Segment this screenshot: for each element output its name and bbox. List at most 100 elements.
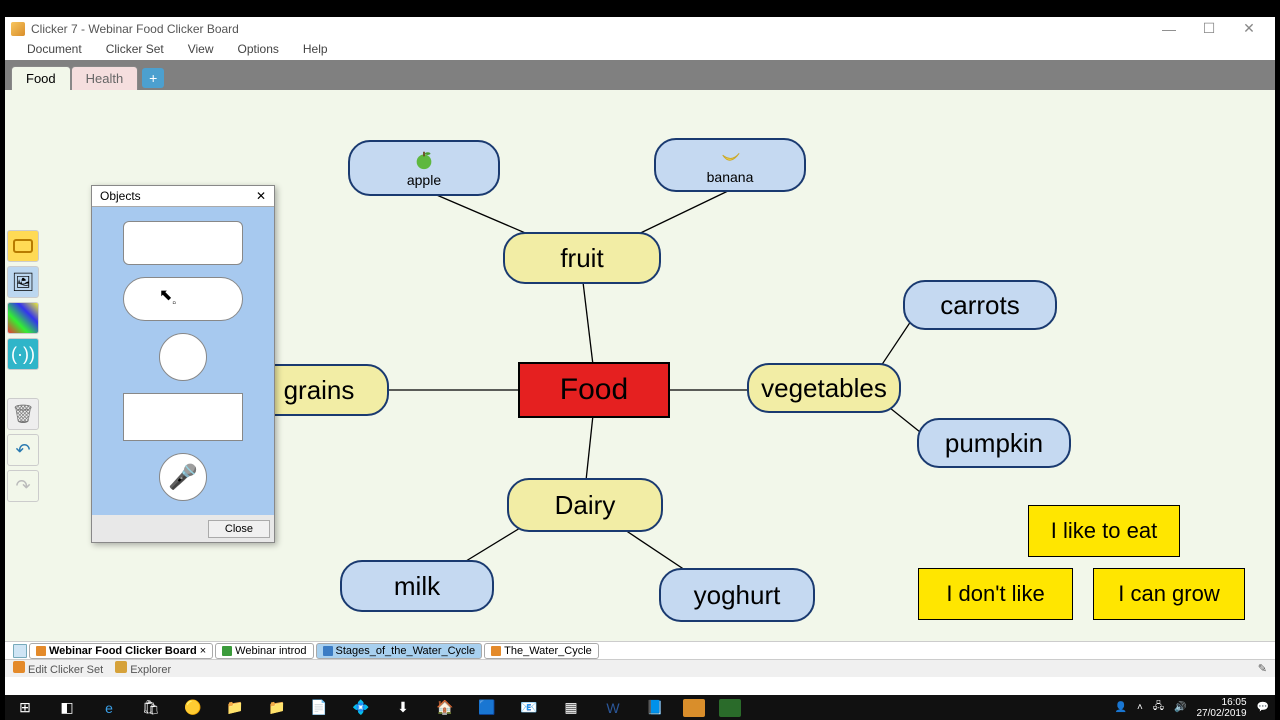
cell-label: I don't like (946, 581, 1044, 607)
minimize-button[interactable]: — (1149, 21, 1189, 37)
object-rounded-rect[interactable] (123, 221, 243, 265)
node-apple[interactable]: apple (348, 140, 500, 196)
word-icon[interactable]: W (599, 697, 627, 719)
object-circle[interactable] (159, 333, 207, 381)
node-pumpkin[interactable]: pumpkin (917, 418, 1071, 468)
window-title: Clicker 7 - Webinar Food Clicker Board (31, 22, 1149, 36)
menu-document[interactable]: Document (15, 40, 94, 60)
close-icon[interactable]: × (200, 645, 206, 657)
store-icon[interactable]: 🛍 (137, 697, 165, 719)
menu-options[interactable]: Options (226, 40, 291, 60)
clock-time: 16:05 (1196, 697, 1246, 708)
objects-panel-close-icon[interactable]: ✕ (256, 189, 266, 203)
tab-add-button[interactable]: + (142, 68, 164, 88)
objects-panel-title: Objects (100, 189, 141, 203)
cell-i-like-to-eat[interactable]: I like to eat (1028, 505, 1180, 557)
doc-tab-label: The_Water_Cycle (504, 645, 592, 657)
tray-notifications-icon[interactable]: 💬 (1257, 702, 1269, 713)
app-icon-6[interactable]: 📘 (641, 697, 669, 719)
app-icon-5[interactable]: ▦ (557, 697, 585, 719)
tool-undo-button[interactable]: ↶ (7, 434, 39, 466)
redo-icon: ↷ (15, 476, 30, 497)
node-label: vegetables (761, 373, 887, 404)
home-icon[interactable]: 🏠 (431, 697, 459, 719)
file-explorer-icon-2[interactable]: 📁 (263, 697, 291, 719)
chrome-icon[interactable]: 🟡 (179, 697, 207, 719)
app-icon-3[interactable]: ⬇ (389, 697, 417, 719)
tab-health[interactable]: Health (71, 66, 139, 90)
node-label: Food (560, 373, 628, 407)
node-fruit[interactable]: fruit (503, 232, 661, 284)
node-food[interactable]: Food (518, 362, 670, 418)
edit-icon (13, 661, 25, 673)
new-doc-icon[interactable] (13, 644, 27, 658)
close-window-button[interactable]: ✕ (1229, 20, 1269, 37)
object-pill[interactable] (123, 277, 243, 321)
maximize-button[interactable]: ☐ (1189, 20, 1229, 37)
doc-tab-webinar-intro[interactable]: Webinar introd (215, 643, 313, 659)
cell-i-can-grow[interactable]: I can grow (1093, 568, 1245, 620)
doc-tab-water-stages[interactable]: Stages_of_the_Water_Cycle (316, 643, 483, 659)
tool-shape-button[interactable] (7, 230, 39, 262)
tool-color-button[interactable] (7, 302, 39, 334)
tray-up-icon[interactable]: ˄ (1137, 702, 1143, 713)
taskbar-clock[interactable]: 16:05 27/02/2019 (1196, 697, 1246, 719)
app-icon-7[interactable] (719, 699, 741, 717)
app-icon (11, 22, 25, 36)
canvas[interactable]: 🖼 (·)) 🗑 ↶ ↷ (5, 90, 1275, 641)
cell-i-dont-like[interactable]: I don't like (918, 568, 1073, 620)
tool-redo-button[interactable]: ↷ (7, 470, 39, 502)
tray-people-icon[interactable]: 👤 (1115, 702, 1127, 713)
node-label: yoghurt (694, 580, 781, 611)
node-vegetables[interactable]: vegetables (747, 363, 901, 413)
outlook-icon[interactable]: 📧 (515, 697, 543, 719)
node-label: banana (707, 169, 754, 185)
edge-icon[interactable]: e (95, 697, 123, 719)
menu-help[interactable]: Help (291, 40, 340, 60)
objects-panel-close-button[interactable]: Close (208, 520, 270, 538)
doc-tab-label: Stages_of_the_Water_Cycle (336, 645, 476, 657)
clicker-file-icon (222, 646, 232, 656)
tab-food[interactable]: Food (11, 66, 71, 90)
object-textbox[interactable] (123, 393, 243, 441)
left-toolbar: 🖼 (·)) 🗑 ↶ ↷ (7, 230, 41, 502)
tool-sound-button[interactable]: (·)) (7, 338, 39, 370)
node-dairy[interactable]: Dairy (507, 478, 663, 532)
pencil-icon[interactable]: ✎ (1258, 662, 1267, 675)
app-icon-4[interactable]: 🟦 (473, 697, 501, 719)
status-edit[interactable]: Edit Clicker Set (28, 664, 103, 676)
node-milk[interactable]: milk (340, 560, 494, 612)
start-button[interactable]: ⊞ (11, 697, 39, 719)
node-label: fruit (560, 243, 603, 274)
tray-network-icon[interactable]: 🖧 (1153, 699, 1164, 716)
tool-trash-button[interactable]: 🗑 (7, 398, 39, 430)
object-microphone[interactable]: 🎤 (159, 453, 207, 501)
node-label: Dairy (555, 490, 616, 521)
objects-panel[interactable]: Objects ✕ 🎤 Close (91, 185, 275, 543)
microphone-icon: 🎤 (168, 463, 198, 492)
status-explorer[interactable]: Explorer (130, 664, 171, 676)
node-carrots[interactable]: carrots (903, 280, 1057, 330)
doc-tab-water-cycle[interactable]: The_Water_Cycle (484, 643, 599, 659)
clock-date: 27/02/2019 (1196, 708, 1246, 719)
image-icon: 🖼 (12, 272, 35, 293)
file-explorer-icon[interactable]: 📁 (221, 697, 249, 719)
undo-icon: ↶ (15, 440, 30, 461)
menu-view[interactable]: View (176, 40, 226, 60)
node-banana[interactable]: banana (654, 138, 806, 192)
task-view-button[interactable]: ◧ (53, 697, 81, 719)
statusbar: Edit Clicker Set Explorer ✎ (5, 659, 1275, 677)
app-icon-2[interactable]: 💠 (347, 697, 375, 719)
menu-clicker-set[interactable]: Clicker Set (94, 40, 176, 60)
tray-volume-icon[interactable]: 🔊 (1174, 702, 1186, 713)
node-label: grains (284, 375, 355, 406)
clicker-icon[interactable] (683, 699, 705, 717)
node-yoghurt[interactable]: yoghurt (659, 568, 815, 622)
tabstrip: Food Health + (5, 60, 1275, 90)
tool-image-button[interactable]: 🖼 (7, 266, 39, 298)
doc-tab-label: Webinar introd (235, 645, 306, 657)
titlebar: Clicker 7 - Webinar Food Clicker Board —… (5, 17, 1275, 40)
doc-tab-food-board[interactable]: Webinar Food Clicker Board × (29, 643, 213, 659)
app-window: Clicker 7 - Webinar Food Clicker Board —… (5, 17, 1275, 695)
app-icon-1[interactable]: 📄 (305, 697, 333, 719)
